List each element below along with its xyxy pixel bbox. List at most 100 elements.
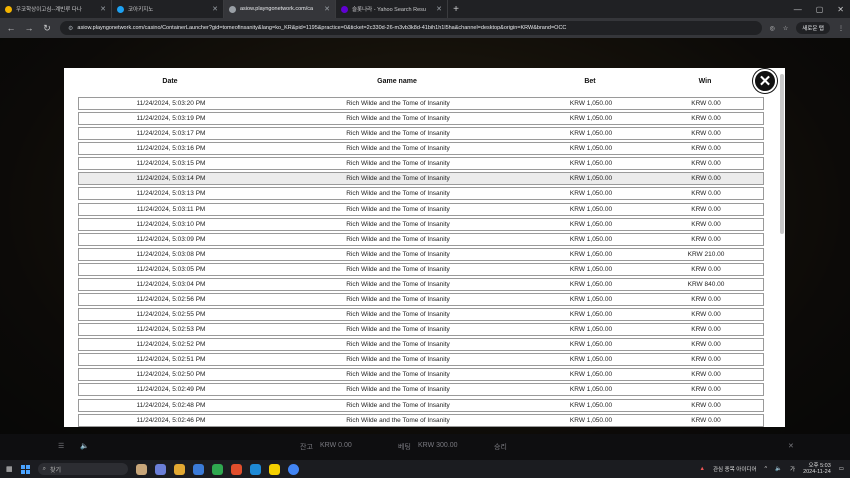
table-row[interactable]: 11/24/2024, 5:02:48 PM Rich Wilde and the… xyxy=(78,398,764,412)
bet-cell: KRW 1,050.00 xyxy=(569,311,613,319)
win-cell: KRW 0.00 xyxy=(691,416,721,424)
game-cell: Rich Wilde and the Tome of Insanity xyxy=(346,386,450,394)
close-window-icon[interactable]: ✕ xyxy=(837,5,844,14)
table-row[interactable]: 11/24/2024, 5:03:08 PM Rich Wilde and the… xyxy=(78,247,764,261)
game-cell: Rich Wilde and the Tome of Insanity xyxy=(346,145,450,153)
win-cell: KRW 0.00 xyxy=(691,145,721,153)
game-cell: Rich Wilde and the Tome of Insanity xyxy=(346,341,450,349)
site-info-icon[interactable]: ⚙ xyxy=(68,25,73,32)
start-icon[interactable] xyxy=(20,464,30,474)
game-cell: Rich Wilde and the Tome of Insanity xyxy=(346,265,450,273)
date-cell: 11/24/2024, 5:03:15 PM xyxy=(136,160,206,168)
taskbar-search[interactable]: ⌕ 찾기 xyxy=(37,463,128,475)
table-row[interactable]: 11/24/2024, 5:03:20 PM Rich Wilde and the… xyxy=(78,97,764,110)
system-tray: ▲ 관심 종목 아이디어 ^ 🔈 가 오후 5:03 2024-11-24 ▭ xyxy=(700,463,844,476)
reload-icon[interactable]: ↻ xyxy=(42,23,52,34)
bet-cell: KRW 1,050.00 xyxy=(569,326,613,334)
store-icon[interactable] xyxy=(192,463,204,475)
table-row[interactable]: 11/24/2024, 5:03:19 PM Rich Wilde and the… xyxy=(78,112,764,126)
new-tab-profile-button[interactable]: 새로운 탭 xyxy=(796,22,830,34)
bet-column-header: Bet xyxy=(584,78,596,85)
modal-scrollbar[interactable] xyxy=(780,74,784,234)
table-row[interactable]: 11/24/2024, 5:03:14 PM Rich Wilde and the… xyxy=(78,172,764,186)
tab-close-icon[interactable]: ✕ xyxy=(436,5,442,13)
url-text: asiow.playngonetwork.com/casino/Containe… xyxy=(77,25,567,31)
tab-close-icon[interactable]: ✕ xyxy=(100,5,106,13)
browser-tab[interactable]: 우코학상이고심--계빈루 다나 ✕ xyxy=(0,0,112,18)
tab-title: 우코학상이고심--계빈루 다나 xyxy=(16,7,82,13)
date-cell: 11/24/2024, 5:03:10 PM xyxy=(136,220,206,228)
maximize-icon[interactable]: ▢ xyxy=(816,5,824,14)
table-row[interactable]: 11/24/2024, 5:02:49 PM Rich Wilde and the… xyxy=(78,383,764,397)
table-row[interactable]: 11/24/2024, 5:02:46 PM Rich Wilde and the… xyxy=(78,413,764,427)
search-icon: ⌕ xyxy=(42,465,46,472)
chevron-up-icon[interactable]: ^ xyxy=(765,466,768,472)
sound-icon[interactable]: 🔈 xyxy=(80,442,89,450)
file-explorer-icon[interactable] xyxy=(173,463,185,475)
table-row[interactable]: 11/24/2024, 5:03:11 PM Rich Wilde and the… xyxy=(78,202,764,216)
windows-taskbar: ▦ ⌕ 찾기 ▲ 관심 종목 아이디어 ^ 🔈 가 오후 5:03 2024-1… xyxy=(0,460,850,478)
menu-icon[interactable]: ⋮ xyxy=(838,25,844,32)
menu-icon[interactable]: ☰ xyxy=(58,442,64,450)
eye-off-icon[interactable]: ◎ xyxy=(770,25,775,32)
table-row[interactable]: 11/24/2024, 5:03:15 PM Rich Wilde and the… xyxy=(78,157,764,171)
clock[interactable]: 오후 5:03 2024-11-24 xyxy=(803,463,831,476)
tab-close-icon[interactable]: ✕ xyxy=(324,5,330,13)
back-icon[interactable]: ← xyxy=(6,23,16,33)
office-icon[interactable] xyxy=(230,463,242,475)
table-row[interactable]: 11/24/2024, 5:03:05 PM Rich Wilde and the… xyxy=(78,262,764,276)
bet-cell: KRW 1,050.00 xyxy=(569,401,613,409)
browser-tab[interactable]: 코아키지노 ✕ xyxy=(112,0,224,18)
news-thumbnail-icon[interactable] xyxy=(135,463,147,475)
volume-icon[interactable]: 🔈 xyxy=(775,466,782,472)
table-row[interactable]: 11/24/2024, 5:03:16 PM Rich Wilde and the… xyxy=(78,142,764,156)
bet-cell: KRW 1,050.00 xyxy=(569,371,613,379)
date-cell: 11/24/2024, 5:02:52 PM xyxy=(136,341,206,349)
game-cell: Rich Wilde and the Tome of Insanity xyxy=(346,401,450,409)
table-row[interactable]: 11/24/2024, 5:02:56 PM Rich Wilde and the… xyxy=(78,293,764,307)
table-row[interactable]: 11/24/2024, 5:03:17 PM Rich Wilde and the… xyxy=(78,127,764,141)
game-cell: Rich Wilde and the Tome of Insanity xyxy=(346,190,450,198)
ime-indicator[interactable]: 가 xyxy=(790,465,795,473)
star-icon[interactable]: ☆ xyxy=(783,25,788,32)
edge-icon[interactable] xyxy=(249,463,261,475)
minimize-icon[interactable]: — xyxy=(794,5,802,14)
browser-tab[interactable]: asiow.playngonetwork.com/ca ✕ xyxy=(224,0,336,18)
copilot-icon[interactable] xyxy=(154,463,166,475)
search-placeholder: 찾기 xyxy=(50,467,62,474)
widgets-icon[interactable]: ▦ xyxy=(6,465,13,473)
table-row[interactable]: 11/24/2024, 5:03:13 PM Rich Wilde and the… xyxy=(78,187,764,201)
browser-tab-strip: 우코학상이고심--계빈루 다나 ✕ 코아키지노 ✕ asiow.playngonetwo… xyxy=(0,0,850,18)
tab-close-icon[interactable]: ✕ xyxy=(212,5,218,13)
win-label: 승리 xyxy=(494,444,507,451)
win-cell: KRW 0.00 xyxy=(691,160,721,168)
table-row[interactable]: 11/24/2024, 5:02:50 PM Rich Wilde and the… xyxy=(78,368,764,382)
bet-cell: KRW 1,050.00 xyxy=(569,235,613,243)
close-game-icon[interactable]: ✕ xyxy=(788,442,794,450)
table-row[interactable]: 11/24/2024, 5:03:04 PM Rich Wilde and the… xyxy=(78,277,764,291)
new-tab-button[interactable]: + xyxy=(448,0,464,18)
win-cell: KRW 0.00 xyxy=(691,401,721,409)
url-field[interactable]: ⚙ asiow.playngonetwork.com/casino/Contai… xyxy=(60,21,762,35)
table-row[interactable]: 11/24/2024, 5:02:52 PM Rich Wilde and the… xyxy=(78,338,764,352)
chrome-icon[interactable] xyxy=(287,463,299,475)
table-row[interactable]: 11/24/2024, 5:03:10 PM Rich Wilde and the… xyxy=(78,217,764,231)
close-modal-button[interactable]: ✕ xyxy=(753,69,777,93)
xbox-icon[interactable] xyxy=(211,463,223,475)
notifications-icon[interactable]: ▭ xyxy=(839,466,844,472)
table-row[interactable]: 11/24/2024, 5:02:53 PM Rich Wilde and the… xyxy=(78,323,764,337)
bet-cell: KRW 1,050.00 xyxy=(569,175,613,183)
table-row[interactable]: 11/24/2024, 5:02:51 PM Rich Wilde and the… xyxy=(78,353,764,367)
game-cell: Rich Wilde and the Tome of Insanity xyxy=(346,220,450,228)
forward-icon[interactable]: → xyxy=(24,23,34,33)
tray-widget-text[interactable]: 관심 종목 아이디어 xyxy=(713,465,757,473)
game-cell: Rich Wilde and the Tome of Insanity xyxy=(346,371,450,379)
stock-icon: ▲ xyxy=(699,466,705,472)
browser-tab[interactable]: 슬롯나라 - Yahoo Search Resu ✕ xyxy=(336,0,448,18)
game-cell: Rich Wilde and the Tome of Insanity xyxy=(346,115,450,123)
bet-cell: KRW 1,050.00 xyxy=(569,130,613,138)
bet-cell: KRW 1,050.00 xyxy=(569,220,613,228)
table-row[interactable]: 11/24/2024, 5:03:09 PM Rich Wilde and the… xyxy=(78,232,764,246)
kakaotalk-icon[interactable] xyxy=(268,463,280,475)
table-row[interactable]: 11/24/2024, 5:02:55 PM Rich Wilde and the… xyxy=(78,308,764,322)
